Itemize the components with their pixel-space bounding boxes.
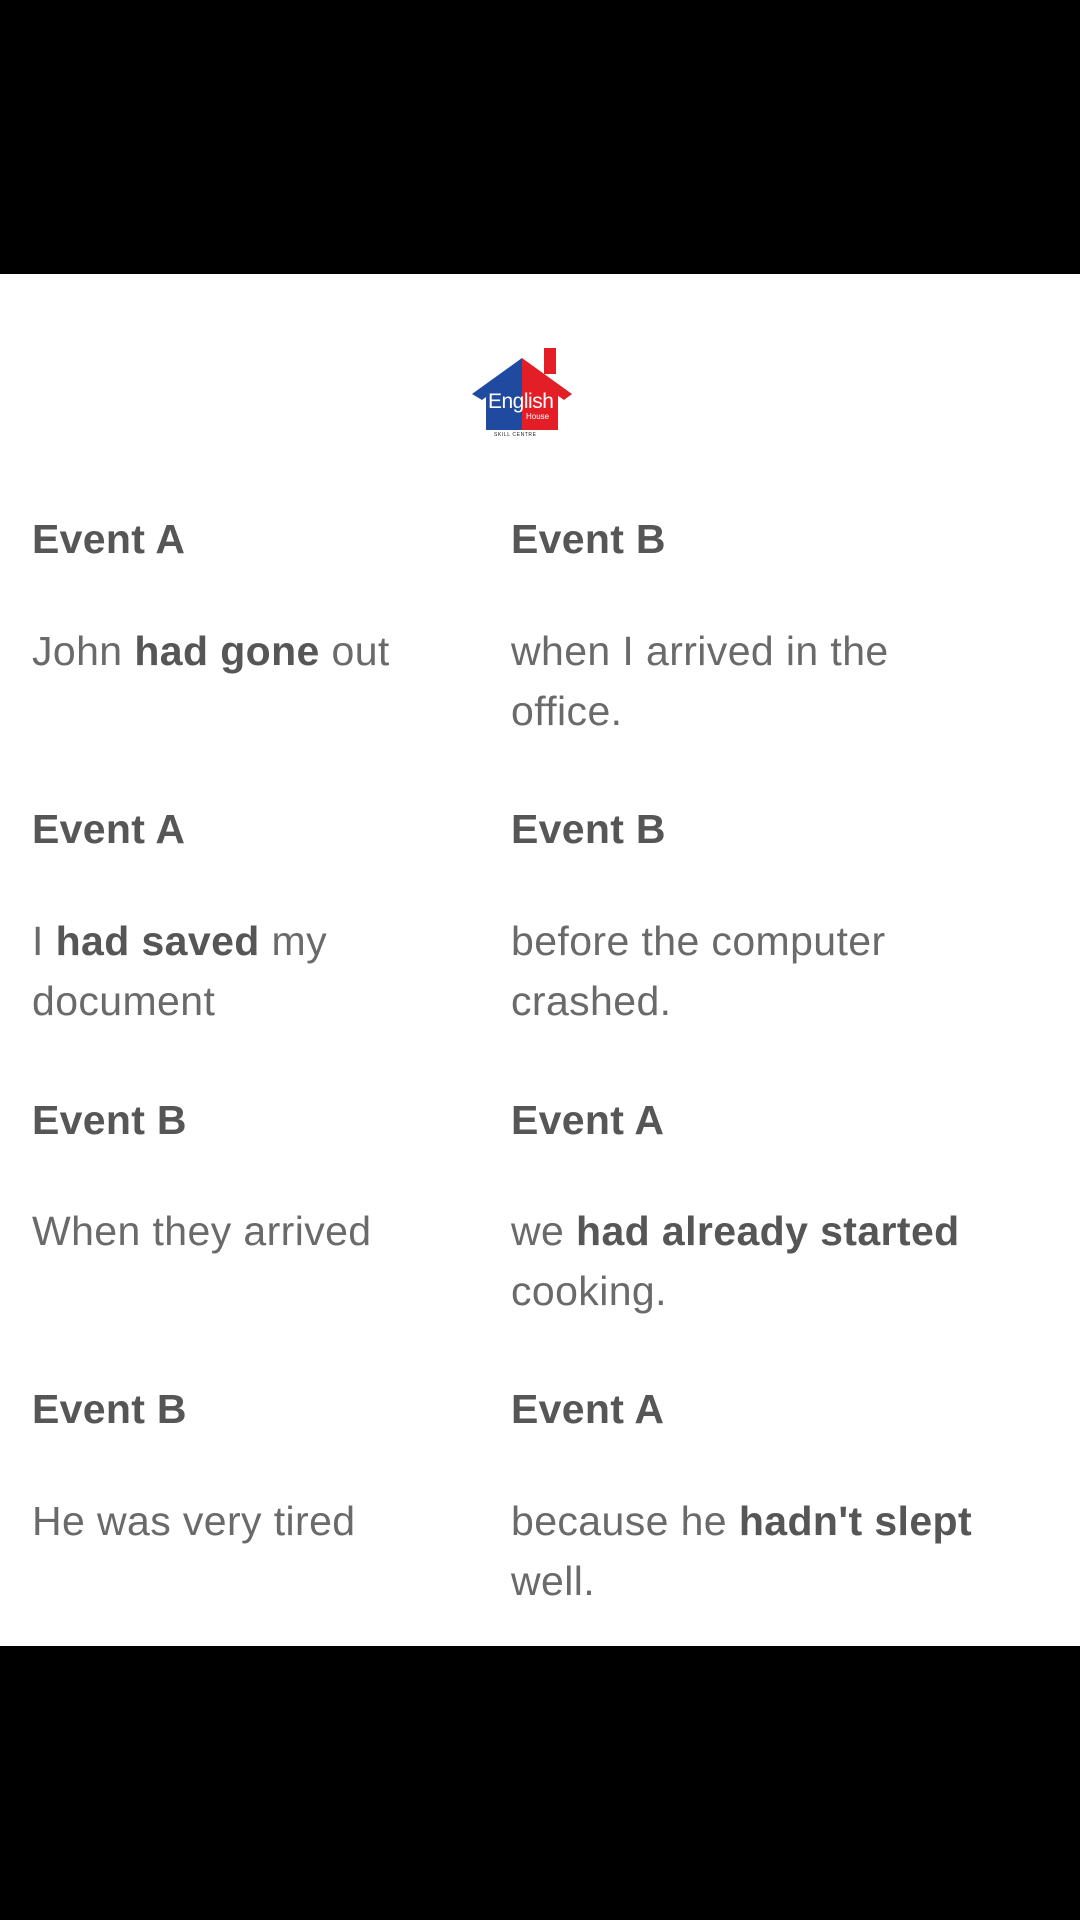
pair-3-right-heading: Event A	[511, 1097, 665, 1143]
pair-1-right-heading: Event B	[511, 516, 666, 562]
pair-1-left-heading: Event A	[32, 516, 186, 562]
pair-2-left-sentence: I had saved my document	[32, 918, 327, 1024]
top-black-band	[0, 0, 1080, 274]
pair-4-right-sentence: because he hadn't slept well.	[511, 1498, 973, 1604]
pair-1-left-sentence: John had gone out	[32, 628, 390, 674]
pair-2-right-sentence: before the computer crashed.	[511, 918, 886, 1024]
pair-3-left-sentence: When they arrived	[32, 1208, 372, 1254]
house-icon	[472, 348, 572, 430]
bottom-black-band	[0, 1646, 1080, 1920]
pair-3-left-heading: Event B	[32, 1097, 187, 1143]
english-house-logo: English House SKILL CENTRE	[468, 346, 578, 446]
pair-3-right-sentence: we had already started cooking.	[511, 1208, 960, 1314]
pair-4-left-heading: Event B	[32, 1386, 187, 1432]
pair-4-left-sentence: He was very tired	[32, 1498, 356, 1544]
lesson-sheet: English House SKILL CENTRE Event A Event…	[0, 274, 1080, 1646]
pair-2-left-heading: Event A	[32, 806, 186, 852]
pair-1-right-sentence: when I arrived in the office.	[511, 628, 889, 734]
pair-2-right-heading: Event B	[511, 806, 666, 852]
pair-4-right-heading: Event A	[511, 1386, 665, 1432]
